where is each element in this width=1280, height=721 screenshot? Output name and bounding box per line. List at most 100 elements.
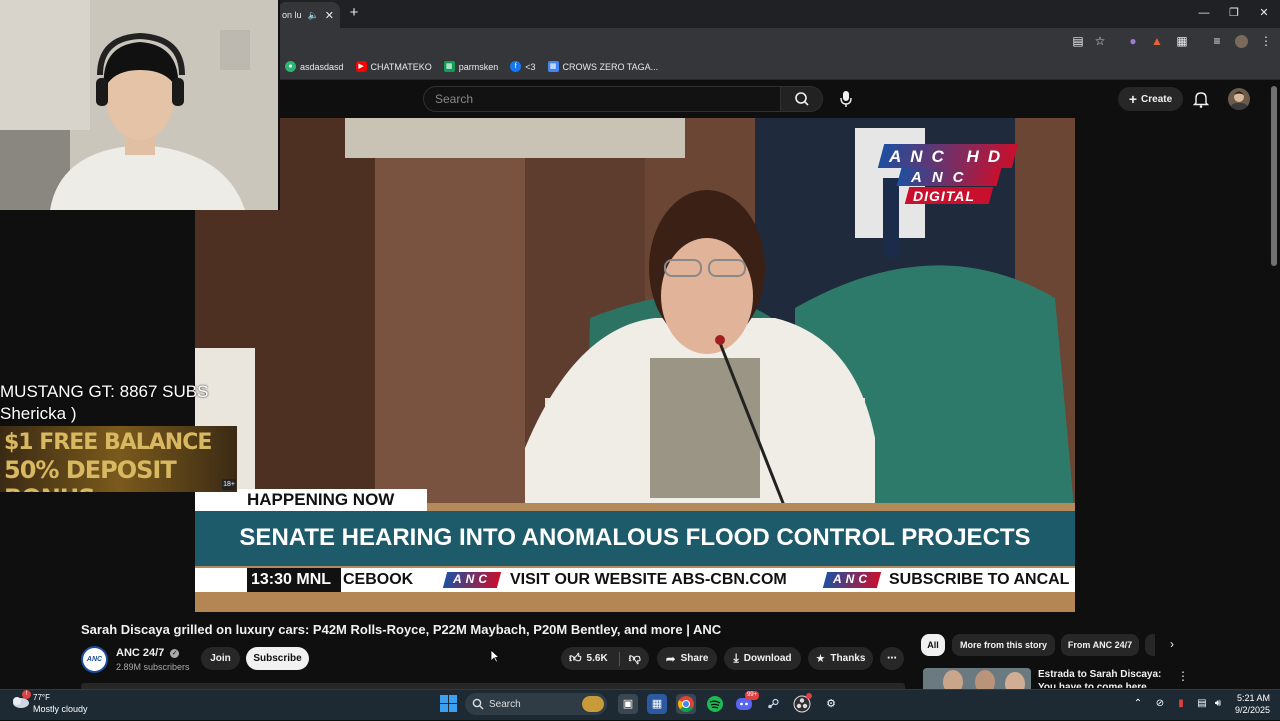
weather-temperature: 77°F xyxy=(33,693,50,702)
channel-name[interactable]: ANC 24/7 ✓ xyxy=(116,647,180,659)
network-off-icon[interactable]: ⊘ xyxy=(1153,697,1167,711)
windows-start-icon[interactable] xyxy=(440,695,457,712)
search-icon xyxy=(795,92,809,106)
browser-menu-icon[interactable]: ⋮ xyxy=(1258,32,1274,50)
tab-title: on lu xyxy=(282,10,302,20)
search-button[interactable] xyxy=(781,86,823,112)
minimize-button[interactable]: — xyxy=(1194,4,1214,22)
clock-date[interactable]: 9/2/2025 xyxy=(1226,705,1270,715)
ticker-text: SUBSCRIBE TO ANCAL xyxy=(889,571,1070,588)
extension-icon[interactable]: ▲ xyxy=(1149,32,1165,50)
microsoft-store-icon[interactable]: ▦ xyxy=(647,694,667,714)
anc-logo: ANC HD ANC DIGITAL xyxy=(877,144,1019,208)
share-icon: ➦ xyxy=(665,651,676,666)
video-player[interactable]: ANC HD ANC DIGITAL HAPPENING NOW SENATE … xyxy=(195,118,1075,612)
channel-avatar[interactable]: ANC xyxy=(81,646,108,673)
ticker-brand: ANC xyxy=(453,572,491,586)
chip-from-channel[interactable]: From ANC 24/7 xyxy=(1061,634,1139,656)
notification-dot xyxy=(806,693,812,699)
join-button[interactable]: Join xyxy=(201,647,240,670)
microphone-icon[interactable]: ▮ xyxy=(1174,697,1188,711)
speaker-icon[interactable]: 🔈 xyxy=(308,10,319,21)
bookmark-label: CROWS ZERO TAGA... xyxy=(562,61,659,72)
bookmark-label: asdasdasd xyxy=(300,61,344,72)
extensions-puzzle-icon[interactable]: ▦ xyxy=(1174,32,1190,50)
ad-banner-line-1: $1 FREE BALANCE xyxy=(4,430,212,455)
bookmark-item[interactable]: ● asdasdasd xyxy=(285,61,344,72)
weather-description: Mostly cloudy xyxy=(33,704,88,714)
new-tab-button[interactable]: + xyxy=(346,5,362,21)
channel-name-text: ANC 24/7 xyxy=(116,647,165,659)
settings-gear-icon[interactable]: ⚙ xyxy=(821,694,841,714)
search-icon xyxy=(472,698,484,710)
thanks-icon: ★ xyxy=(815,653,826,665)
media-controls-icon[interactable]: ≡ xyxy=(1209,32,1225,50)
search-highlight-icon xyxy=(582,696,604,712)
profile-icon[interactable] xyxy=(1233,32,1249,50)
bookmark-label: <3 xyxy=(525,61,536,72)
chrome-icon[interactable] xyxy=(676,694,696,714)
chip-more-from-story[interactable]: More from this story xyxy=(952,634,1055,656)
download-button[interactable]: ⤓ Download xyxy=(724,647,801,670)
verified-icon: ✓ xyxy=(170,648,180,658)
dislike-button[interactable]: 👎︎ xyxy=(625,651,641,666)
recommendation-title[interactable]: Estrada to Sarah Discaya: You have to co… xyxy=(1038,668,1168,688)
lower-third-tag: HAPPENING NOW xyxy=(247,490,395,509)
bookmark-item[interactable]: f <3 xyxy=(510,61,536,72)
bookmark-star-icon[interactable]: ☆ xyxy=(1092,32,1108,50)
more-actions-button[interactable]: ⋯ xyxy=(880,647,904,670)
age-badge: 18+ xyxy=(222,479,236,490)
close-tab-icon[interactable]: ✕ xyxy=(325,9,334,22)
page-scrollbar[interactable] xyxy=(1271,86,1277,266)
ad-banner-line-2: 50% DEPOSIT BONUS xyxy=(4,456,177,492)
bookmark-item[interactable]: ▶ CHATMATEKO xyxy=(355,61,432,72)
extension-icon[interactable]: ● xyxy=(1125,32,1141,50)
ad-banner: $1 FREE BALANCE 50% DEPOSIT BONUS xyxy=(0,426,237,492)
like-count: 5.6K xyxy=(586,653,608,664)
download-label: Download xyxy=(743,653,792,664)
tray-overflow-icon[interactable]: ⌃ xyxy=(1131,697,1145,711)
clock-time[interactable]: 5:21 AM xyxy=(1234,693,1270,703)
chip-partial[interactable] xyxy=(1145,634,1155,656)
windows-taskbar xyxy=(0,689,1280,720)
plus-icon: + xyxy=(1128,91,1138,107)
subscribe-button[interactable]: Subscribe xyxy=(246,647,309,670)
account-avatar[interactable] xyxy=(1228,88,1250,110)
mouse-cursor-icon xyxy=(490,649,500,663)
subscriber-count: 2.89M subscribers xyxy=(116,662,190,672)
weather-alert-badge: ! xyxy=(22,690,31,699)
bookmark-item[interactable]: ▦ parmsken xyxy=(443,61,498,72)
thumbs-up-icon: 👍︎ xyxy=(569,651,582,665)
thanks-button[interactable]: ★ Thanks xyxy=(808,647,873,670)
wifi-icon[interactable]: ▤ xyxy=(1195,697,1209,711)
notifications-button[interactable] xyxy=(1190,88,1212,110)
like-button[interactable]: 👍︎ 5.6K xyxy=(569,651,608,666)
stream-goal-text: MUSTANG GT: 8867 SUBS xyxy=(0,382,209,401)
recommendation-menu-icon[interactable]: ⋮ xyxy=(1177,669,1189,683)
recommendation-thumbnail[interactable] xyxy=(923,668,1031,690)
spotify-icon[interactable] xyxy=(705,694,725,714)
create-button[interactable]: + Create xyxy=(1118,87,1183,111)
thanks-label: Thanks xyxy=(830,653,866,664)
browser-tab[interactable]: on lu 🔈 ✕ xyxy=(278,2,340,28)
webcam-overlay xyxy=(0,0,280,210)
volume-icon[interactable]: 🔊︎ xyxy=(1211,697,1225,711)
task-view-icon[interactable]: ▣ xyxy=(618,694,638,714)
steam-icon[interactable] xyxy=(763,694,783,714)
download-icon: ⤓ xyxy=(733,651,739,665)
youtube-icon: ▶ xyxy=(355,61,367,72)
search-input[interactable]: Search xyxy=(423,86,781,112)
close-window-button[interactable]: ✕ xyxy=(1254,4,1274,22)
voice-search-button[interactable] xyxy=(832,86,860,112)
share-button[interactable]: ➦ Share xyxy=(657,647,717,670)
chevron-right-icon[interactable]: › xyxy=(1165,637,1179,653)
restore-button[interactable]: ❐ xyxy=(1224,4,1244,22)
chip-all[interactable]: All xyxy=(921,634,945,656)
create-label: Create xyxy=(1141,93,1173,105)
bookmark-globe-icon: ● xyxy=(285,61,296,72)
bookmark-item[interactable]: ▦ CROWS ZERO TAGA... xyxy=(547,61,659,72)
install-app-icon[interactable]: ▤ xyxy=(1070,32,1086,50)
ticker-brand: ANC xyxy=(833,572,871,586)
stream-goal-overlay: MUSTANG GT: 8867 SUBS Shericka ) xyxy=(0,381,260,425)
bell-icon xyxy=(1192,92,1210,108)
